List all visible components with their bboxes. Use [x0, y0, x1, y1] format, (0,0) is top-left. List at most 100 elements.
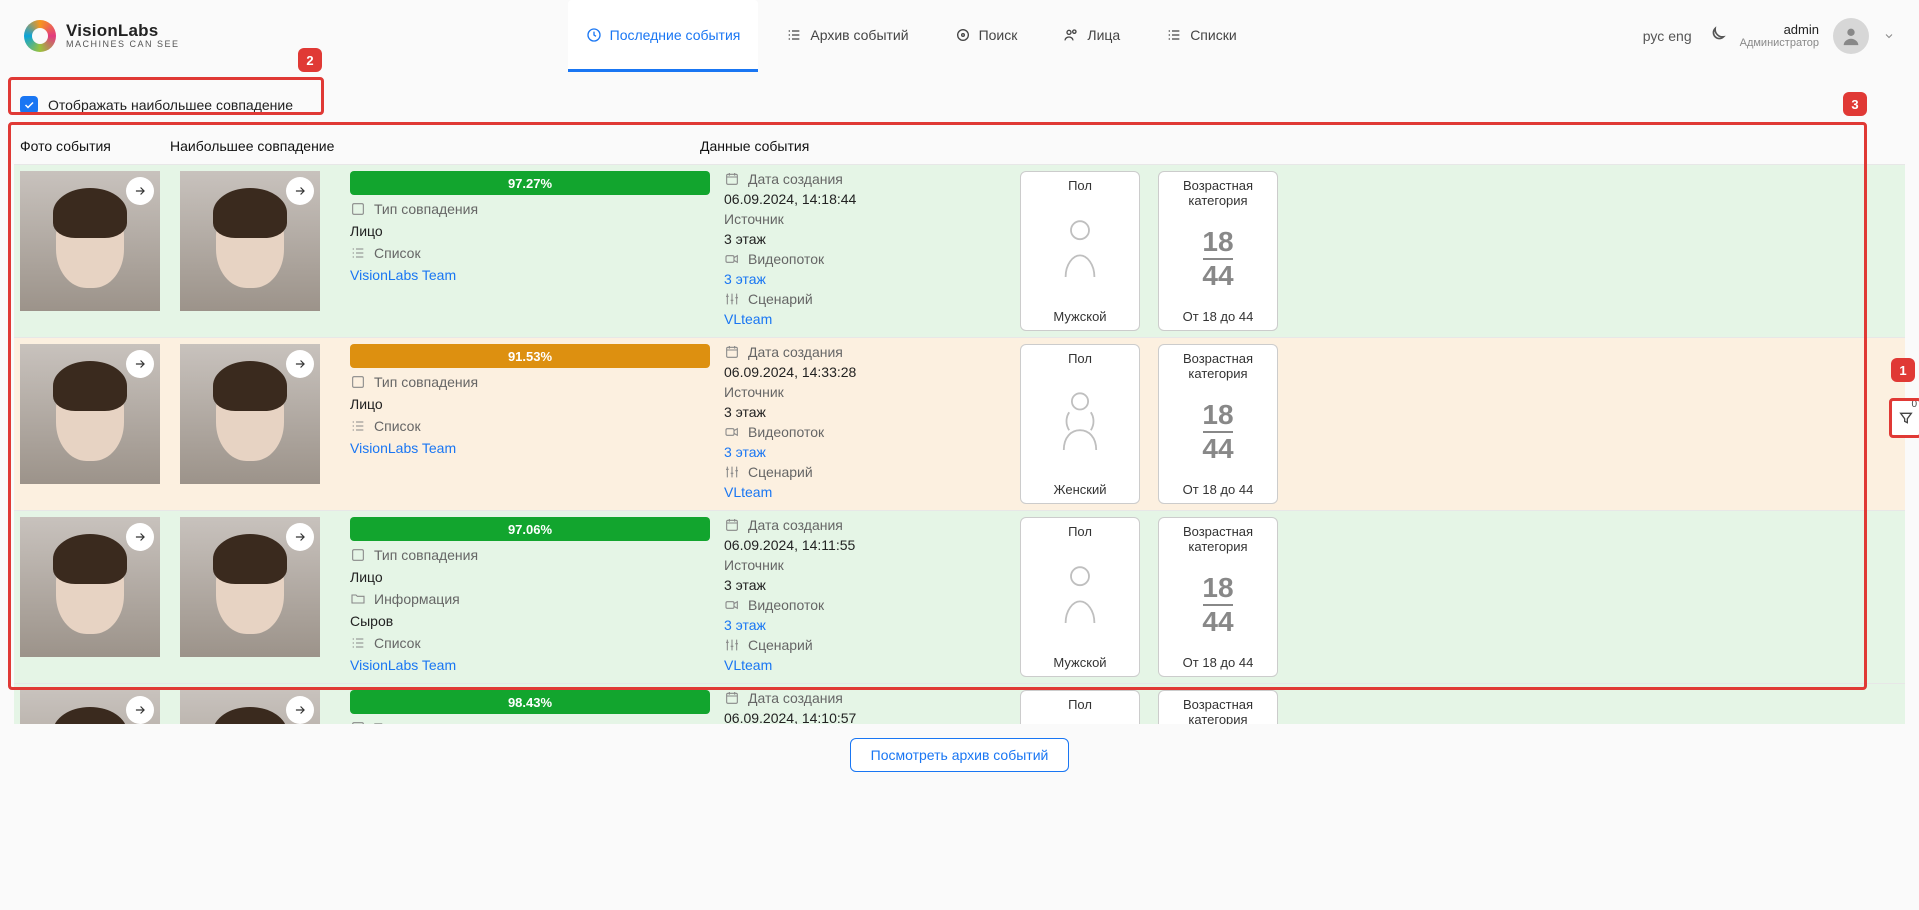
- tab-search[interactable]: Поиск: [937, 0, 1036, 72]
- list-icon: [350, 245, 366, 261]
- arrow-right-icon: [133, 357, 147, 371]
- calendar-icon: [724, 171, 740, 187]
- table-row: 97.27% Тип совпадения Лицо Список Vision…: [14, 164, 1905, 337]
- chevron-down-icon[interactable]: [1883, 30, 1895, 42]
- open-match-button[interactable]: [286, 696, 314, 724]
- match-thumbnail: [180, 344, 320, 484]
- event-thumbnail: [20, 517, 160, 657]
- list-value-link[interactable]: VisionLabs Team: [350, 267, 710, 283]
- tab-latest[interactable]: Последние события: [568, 0, 759, 72]
- view-archive-button[interactable]: Посмотреть архив событий: [850, 738, 1070, 772]
- list-icon: [350, 635, 366, 651]
- match-details: 98.43% Тип совпадения Лицо Список Vision…: [350, 690, 710, 724]
- video-icon: [724, 597, 740, 613]
- scenario-value-link[interactable]: VLteam: [724, 484, 1010, 500]
- info-cards: Пол Женский Возрастная категория 18 44 О…: [1020, 344, 1300, 504]
- open-event-button[interactable]: [126, 523, 154, 551]
- sliders-icon: [724, 464, 740, 480]
- filter-tab[interactable]: 0: [1891, 400, 1919, 436]
- list-icon: [350, 418, 366, 434]
- open-match-button[interactable]: [286, 350, 314, 378]
- tab-faces[interactable]: Лица: [1045, 0, 1138, 72]
- score-bar: 97.06%: [350, 517, 710, 541]
- user-block: admin Администратор: [1740, 22, 1819, 51]
- avatar[interactable]: [1833, 18, 1869, 54]
- col-match: Наибольшее совпадение: [170, 138, 700, 154]
- age-card: Возрастная категория 18 44 От 18 до 44: [1158, 344, 1278, 504]
- annotation-badge-2: 2: [298, 48, 322, 72]
- folder-icon: [350, 591, 366, 607]
- info-cards: Пол Мужской Возрастная категория 18 44 О…: [1020, 517, 1300, 677]
- event-meta: Дата создания 06.09.2024, 14:10:57 Источ…: [720, 690, 1010, 724]
- info-cards: Пол Мужской Возрастная категория 18 44 О…: [1020, 690, 1300, 724]
- open-match-button[interactable]: [286, 177, 314, 205]
- list-value-link[interactable]: VisionLabs Team: [350, 657, 710, 673]
- check-icon: [23, 99, 35, 111]
- scenario-value-link[interactable]: VLteam: [724, 311, 1010, 327]
- user-icon: [1840, 25, 1862, 47]
- event-thumbnail: [20, 171, 160, 311]
- match-details: 91.53% Тип совпадения Лицо Список Vision…: [350, 344, 710, 504]
- open-event-button[interactable]: [126, 177, 154, 205]
- info-cards: Пол Мужской Возрастная категория 18 44 О…: [1020, 171, 1300, 331]
- table-header: Фото события Наибольшее совпадение Данны…: [14, 128, 1905, 164]
- badge-icon: [350, 201, 366, 217]
- brand: VisionLabs MACHINES CAN SEE: [24, 20, 180, 52]
- tab-archive[interactable]: Архив событий: [768, 0, 926, 72]
- score-bar: 97.27%: [350, 171, 710, 195]
- table-row: 98.43% Тип совпадения Лицо Список Vision…: [14, 683, 1905, 724]
- user-role: Администратор: [1740, 37, 1819, 50]
- events-scroll[interactable]: 97.27% Тип совпадения Лицо Список Vision…: [14, 164, 1905, 724]
- calendar-icon: [724, 690, 740, 706]
- match-details: 97.06% Тип совпадения Лицо Информация Сы…: [350, 517, 710, 677]
- gender-card: Пол Мужской: [1020, 690, 1140, 724]
- show-best-match-row: 2 Отображать наибольшее совпадение: [0, 82, 1919, 128]
- open-event-button[interactable]: [126, 696, 154, 724]
- brand-tagline: MACHINES CAN SEE: [66, 40, 180, 49]
- brand-name: VisionLabs: [66, 22, 180, 40]
- open-match-button[interactable]: [286, 523, 314, 551]
- moon-icon[interactable]: [1706, 26, 1726, 46]
- lang-en[interactable]: eng: [1668, 28, 1691, 44]
- filter-icon: [1898, 410, 1914, 426]
- event-meta: Дата создания 06.09.2024, 14:33:28 Источ…: [720, 344, 1010, 504]
- arrow-right-icon: [293, 357, 307, 371]
- show-best-match-checkbox[interactable]: [20, 96, 38, 114]
- score-bar: 98.43%: [350, 690, 710, 714]
- list-icon: [786, 27, 802, 43]
- stream-value-link[interactable]: 3 этаж: [724, 617, 1010, 633]
- user-name: admin: [1740, 22, 1819, 38]
- scenario-value-link[interactable]: VLteam: [724, 657, 1010, 673]
- tab-faces-label: Лица: [1087, 27, 1120, 43]
- lang-ru[interactable]: рус: [1643, 28, 1664, 44]
- arrow-right-icon: [133, 530, 147, 544]
- events-table: 3 Фото события Наибольшее совпадение Дан…: [14, 128, 1905, 724]
- gender-card: Пол Мужской: [1020, 171, 1140, 331]
- age-card: Возрастная категория 18 44 От 18 до 44: [1158, 690, 1278, 724]
- arrow-right-icon: [133, 184, 147, 198]
- event-meta: Дата создания 06.09.2024, 14:18:44 Источ…: [720, 171, 1010, 331]
- stream-value-link[interactable]: 3 этаж: [724, 444, 1010, 460]
- user-area: рус eng admin Администратор: [1643, 18, 1895, 54]
- nav-tabs: Последние события Архив событий Поиск Ли…: [568, 0, 1255, 72]
- tab-lists[interactable]: Списки: [1148, 0, 1254, 72]
- score-bar: 91.53%: [350, 344, 710, 368]
- arrow-right-icon: [293, 530, 307, 544]
- annotation-badge-1: 1: [1891, 358, 1915, 382]
- tab-search-label: Поиск: [979, 27, 1018, 43]
- calendar-icon: [724, 517, 740, 533]
- match-thumbnail: [180, 690, 320, 724]
- topbar: VisionLabs MACHINES CAN SEE Последние со…: [0, 0, 1919, 72]
- badge-icon: [350, 374, 366, 390]
- target-icon: [955, 27, 971, 43]
- video-icon: [724, 424, 740, 440]
- col-photo: Фото события: [20, 138, 170, 154]
- footer: Посмотреть архив событий: [0, 724, 1919, 794]
- open-event-button[interactable]: [126, 350, 154, 378]
- stream-value-link[interactable]: 3 этаж: [724, 271, 1010, 287]
- sliders-icon: [724, 637, 740, 653]
- people-icon: [1063, 27, 1079, 43]
- list-icon: [1166, 27, 1182, 43]
- arrow-right-icon: [133, 703, 147, 717]
- list-value-link[interactable]: VisionLabs Team: [350, 440, 710, 456]
